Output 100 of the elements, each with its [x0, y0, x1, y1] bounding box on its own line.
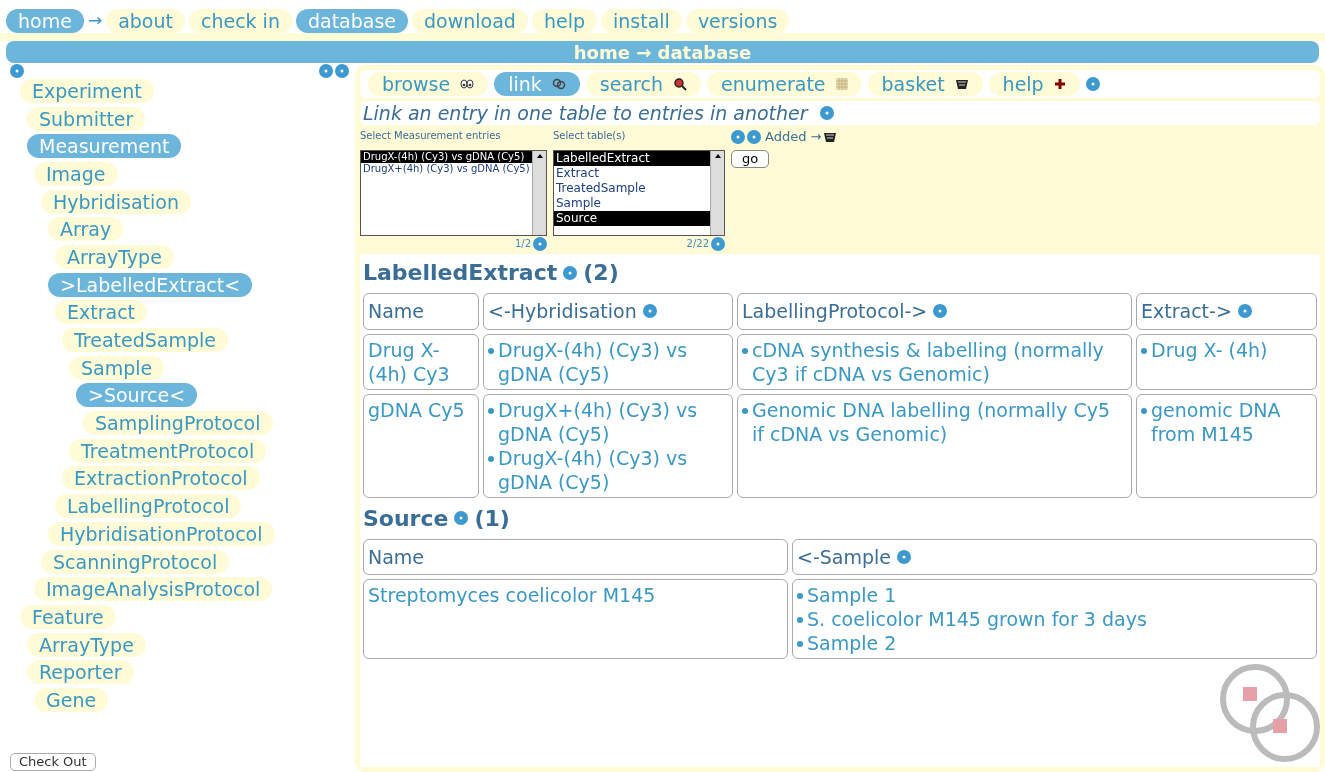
tree-item[interactable]: Image: [34, 161, 118, 186]
link-entry[interactable]: DrugX-(4h) (Cy3) vs gDNA (Cy5): [498, 337, 728, 386]
tree-item[interactable]: Gene: [34, 687, 109, 712]
tree-item[interactable]: TreatmentProtocol: [69, 438, 267, 463]
bullet-icon: [488, 455, 494, 462]
table-cell: gDNA Cy5: [363, 393, 479, 498]
help-icon[interactable]: [747, 130, 761, 144]
bullet-icon: [797, 593, 803, 599]
tree-item[interactable]: Experiment: [20, 78, 154, 103]
tree-item[interactable]: Extract: [55, 300, 148, 325]
info-icon[interactable]: [10, 64, 24, 78]
help-icon[interactable]: [711, 236, 725, 251]
entries-listbox[interactable]: DrugX-(4h) (Cy3) vs gDNA (Cy5) DrugX+(4h) (Cy3) vs gDNA (Cy5): [360, 150, 547, 236]
help-icon[interactable]: [1085, 77, 1100, 91]
list-option[interactable]: TreatedSample: [554, 181, 710, 196]
info-icon[interactable]: [642, 304, 657, 319]
tree-item[interactable]: Hybridisation: [41, 189, 191, 214]
tree-item[interactable]: HybridisationProtocol: [48, 521, 275, 546]
list-option[interactable]: Sample: [554, 196, 710, 211]
link-entry[interactable]: DrugX-(4h) (Cy3) vs gDNA (Cy5): [498, 445, 728, 494]
header-text: Name: [368, 544, 425, 570]
field-label: Select Measurement entries: [360, 129, 502, 143]
result-title: Source: [363, 504, 449, 533]
eyes-icon: [460, 78, 475, 90]
tree-item[interactable]: ArrayType: [27, 632, 146, 657]
list-option[interactable]: DrugX+(4h) (Cy3) vs gDNA (Cy5): [361, 163, 532, 175]
link-entry[interactable]: Genomic DNA labelling (normally Cy5 if cDNA vs Genomic): [752, 397, 1127, 446]
header-text: <-Sample: [797, 544, 892, 570]
tool-tab[interactable]: enumerate: [706, 72, 862, 96]
list-option[interactable]: Source: [554, 211, 710, 226]
link-entry[interactable]: DrugX+(4h) (Cy3) vs gDNA (Cy5): [498, 397, 728, 446]
header-text: Extract->: [1141, 299, 1232, 324]
tree-item[interactable]: ImageAnalysisProtocol: [34, 577, 273, 602]
bullet-icon: [797, 641, 803, 647]
info-icon[interactable]: [563, 265, 578, 280]
nav-tab[interactable]: versions: [685, 9, 790, 33]
info-icon[interactable]: [1237, 304, 1252, 319]
nav-tab[interactable]: help: [531, 9, 597, 33]
grid-icon: [835, 78, 848, 90]
nav-tab[interactable]: install: [601, 9, 682, 33]
info-icon[interactable]: [933, 304, 948, 319]
tool-tab[interactable]: link: [494, 72, 580, 96]
link-entry[interactable]: Drug X- (4h): [1151, 337, 1268, 362]
bullet-icon: [1141, 347, 1147, 354]
list-option[interactable]: LabelledExtract: [554, 151, 710, 166]
tree-item[interactable]: Sample: [69, 355, 165, 380]
link-entry[interactable]: S. coelicolor M145 grown for 3 days: [807, 607, 1147, 631]
tree-item[interactable]: SamplingProtocol: [83, 411, 273, 436]
go-button[interactable]: go: [731, 150, 770, 168]
selection-count: 2/22: [686, 237, 709, 251]
scrollbar[interactable]: [532, 151, 546, 235]
nav-tab[interactable]: download: [412, 9, 528, 33]
tool-tab[interactable]: browse: [368, 72, 489, 96]
tool-tab[interactable]: basket: [867, 72, 983, 96]
help-icon[interactable]: [533, 236, 547, 251]
link-entry[interactable]: genomic DNA from M145: [1151, 397, 1312, 446]
help-icon[interactable]: [335, 64, 349, 78]
tree-item[interactable]: Measurement: [27, 134, 182, 159]
link-entry[interactable]: Sample 2: [807, 631, 897, 655]
basket-icon: [954, 78, 969, 90]
info-icon[interactable]: [897, 549, 912, 564]
check-out-button[interactable]: Check Out: [10, 753, 96, 771]
link-entry[interactable]: Sample 1: [807, 583, 897, 607]
nav-tab[interactable]: database: [295, 9, 409, 33]
tree-item[interactable]: TreatedSample: [62, 328, 228, 353]
tree-item[interactable]: ArrayType: [55, 244, 174, 269]
added-label: Added →: [765, 128, 822, 147]
search-icon: [672, 77, 687, 91]
nav-tab[interactable]: home: [6, 9, 84, 33]
tree-item[interactable]: >Source<: [76, 383, 198, 408]
table-cell: Drug X-(4h) Cy3: [363, 333, 479, 390]
list-option[interactable]: Extract: [554, 166, 710, 181]
nav-tab[interactable]: about: [106, 9, 185, 33]
tree-item[interactable]: Reporter: [27, 660, 134, 685]
tree-item[interactable]: ScanningProtocol: [41, 549, 230, 574]
tree-item[interactable]: ExtractionProtocol: [62, 466, 260, 491]
result-count: (1): [474, 504, 510, 533]
subtitle: Link an entry in one table to entries in another: [363, 100, 808, 126]
tree-item[interactable]: Array: [48, 217, 124, 242]
help-icon[interactable]: [819, 106, 834, 120]
basket-icon: [823, 131, 838, 143]
tables-listbox[interactable]: LabelledExtract Extract TreatedSample Sample Source: [553, 150, 725, 236]
tree-item[interactable]: >LabelledExtract<: [48, 272, 253, 297]
bullet-icon: [488, 347, 494, 354]
list-option[interactable]: DrugX-(4h) (Cy3) vs gDNA (Cy5): [361, 151, 532, 163]
nav-tab[interactable]: check in: [188, 9, 292, 33]
selection-count: 1/2: [514, 237, 531, 251]
tool-tab[interactable]: help: [988, 72, 1080, 96]
tool-tab[interactable]: search: [585, 72, 701, 96]
scrollbar[interactable]: [710, 151, 724, 235]
tree-item[interactable]: LabellingProtocol: [55, 494, 242, 519]
bullet-icon: [797, 617, 803, 623]
link-entry[interactable]: cDNA synthesis & labelling (normally Cy3 if cDNA vs Genomic): [752, 337, 1127, 386]
header-text: Name: [368, 299, 425, 324]
tree-item[interactable]: Feature: [20, 604, 116, 629]
table-cell: Streptomyces coelicolor M145: [363, 579, 788, 659]
header-text: LabellingProtocol->: [742, 299, 928, 324]
tree-item[interactable]: Submitter: [27, 106, 146, 131]
bullet-icon: [742, 347, 748, 354]
info-icon[interactable]: [454, 511, 469, 525]
